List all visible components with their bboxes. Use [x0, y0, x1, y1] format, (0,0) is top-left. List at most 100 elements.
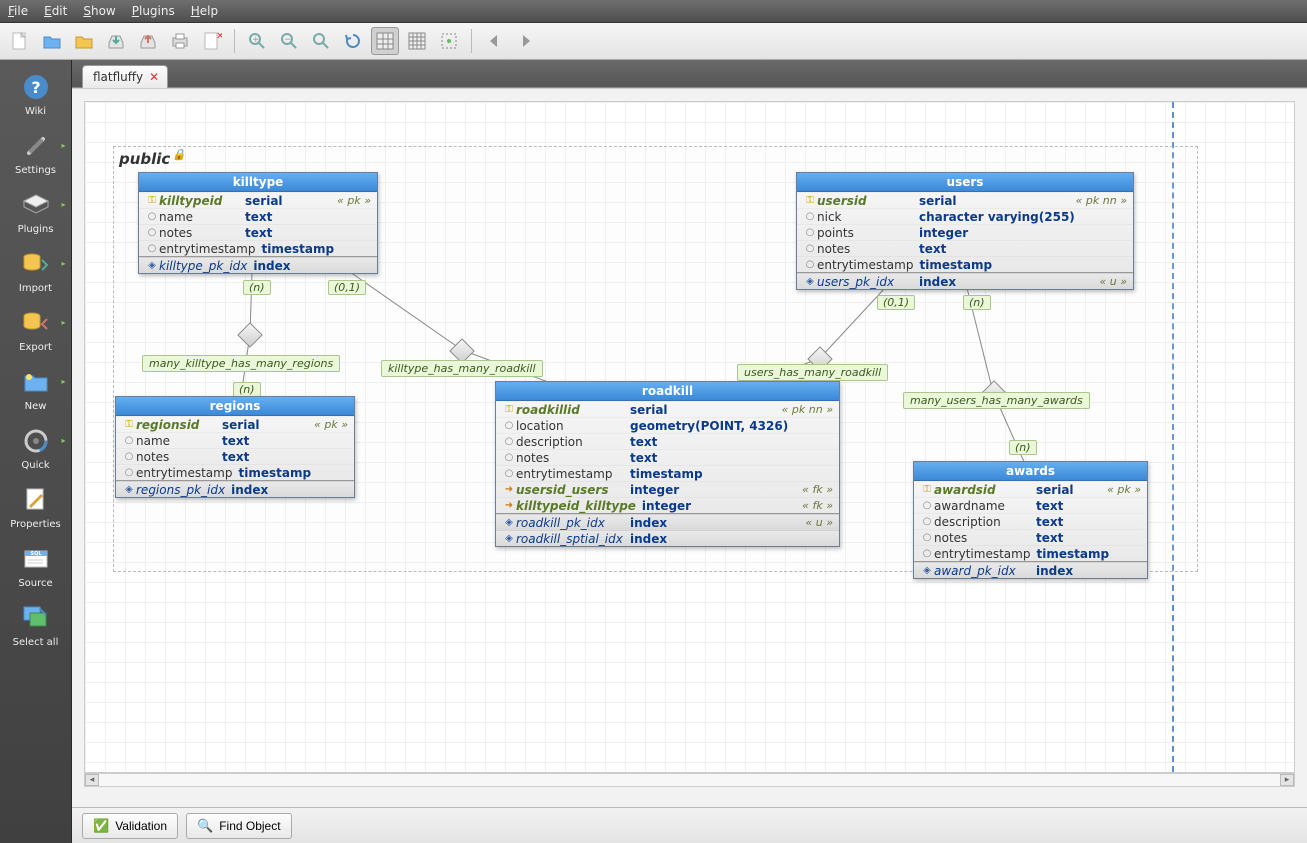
table-title: roadkill [496, 382, 839, 401]
index-icon [920, 563, 934, 579]
tool-delete-file[interactable]: ✕ [198, 27, 226, 55]
col-icon [803, 209, 817, 225]
tool-nav-next[interactable] [512, 27, 540, 55]
toolbar: ✕ + − [0, 23, 1307, 60]
sidebar-label: Export [19, 342, 52, 353]
col-icon [502, 418, 516, 434]
table-regions[interactable]: regions regionsidserial« pk » nametext n… [115, 396, 355, 498]
lock-icon: 🔒 [172, 148, 186, 161]
col-icon [803, 257, 817, 273]
tool-print[interactable] [166, 27, 194, 55]
button-label: Find Object [219, 819, 280, 833]
table-title: killtype [139, 173, 377, 192]
tool-open-yellow[interactable] [70, 27, 98, 55]
sidebar-select-all[interactable]: Select all [4, 597, 68, 654]
sidebar: ? Wiki ▸Settings ▸Plugins ▸Import ▸Export… [0, 60, 72, 843]
sidebar-source[interactable]: SQLSource [4, 538, 68, 595]
menu-show[interactable]: Show [83, 4, 115, 18]
sidebar-new[interactable]: ▸New [4, 361, 68, 418]
validation-button[interactable]: ✅Validation [82, 813, 178, 839]
index-icon [502, 531, 516, 547]
sidebar-label: Properties [10, 519, 61, 530]
table-roadkill[interactable]: roadkill roadkillidserial« pk nn » locat… [495, 381, 840, 547]
col-icon [920, 546, 934, 562]
sidebar-export[interactable]: ▸Export [4, 302, 68, 359]
relationship-label[interactable]: many_users_has_many_awards [903, 392, 1090, 409]
tabstrip: flatfluffy ✕ [72, 60, 1307, 88]
index-icon [145, 258, 159, 274]
col-icon [920, 530, 934, 546]
sidebar-properties[interactable]: Properties [4, 479, 68, 536]
cardinality: (n) [243, 280, 271, 295]
schema-label: public🔒 [119, 148, 186, 168]
sidebar-plugins[interactable]: ▸Plugins [4, 184, 68, 241]
relationship-label[interactable]: killtype_has_many_roadkill [381, 360, 543, 377]
tool-open[interactable] [38, 27, 66, 55]
col-icon [502, 434, 516, 450]
index-icon [122, 482, 136, 498]
tool-zoom-in[interactable]: + [243, 27, 271, 55]
tab-close-icon[interactable]: ✕ [149, 70, 159, 84]
sidebar-quick[interactable]: ▸Quick [4, 420, 68, 477]
sidebar-label: Settings [15, 165, 56, 176]
table-killtype[interactable]: killtype killtypeidserial« pk » nametext… [138, 172, 378, 274]
tool-inbox[interactable] [102, 27, 130, 55]
table-title: users [797, 173, 1133, 192]
sidebar-label: Import [19, 283, 52, 294]
cardinality: (0,1) [877, 295, 915, 310]
tool-new-file[interactable] [6, 27, 34, 55]
tool-outbox[interactable] [134, 27, 162, 55]
svg-text:?: ? [31, 78, 40, 97]
menu-plugins[interactable]: Plugins [132, 4, 175, 18]
sidebar-label: New [25, 401, 47, 412]
diagram-canvas[interactable]: public🔒 [84, 101, 1295, 773]
relationship-label[interactable]: users_has_many_roadkill [737, 364, 888, 381]
col-icon [502, 450, 516, 466]
index-icon [803, 274, 817, 290]
cardinality: (n) [233, 382, 261, 397]
pk-icon [122, 417, 136, 433]
tool-zoom-out[interactable]: − [275, 27, 303, 55]
sidebar-label: Wiki [25, 106, 46, 117]
pk-icon [145, 193, 159, 209]
tool-fit[interactable] [435, 27, 463, 55]
menu-edit[interactable]: Edit [44, 4, 67, 18]
tool-grid-large[interactable] [371, 27, 399, 55]
tool-refresh[interactable] [339, 27, 367, 55]
col-icon [122, 433, 136, 449]
scroll-right-icon[interactable]: ▸ [1280, 774, 1294, 786]
tool-nav-prev[interactable] [480, 27, 508, 55]
menu-file[interactable]: File [8, 4, 28, 18]
scroll-left-icon[interactable]: ◂ [85, 774, 99, 786]
sidebar-import[interactable]: ▸Import [4, 243, 68, 300]
horizontal-scrollbar[interactable]: ◂ ▸ [84, 773, 1295, 787]
cardinality: (n) [963, 295, 991, 310]
tool-grid-small[interactable] [403, 27, 431, 55]
tool-zoom-reset[interactable] [307, 27, 335, 55]
index-icon [502, 515, 516, 531]
scroll-track[interactable] [99, 774, 1280, 786]
button-label: Validation [115, 819, 167, 833]
sidebar-label: Quick [21, 460, 49, 471]
menu-help[interactable]: Help [191, 4, 218, 18]
sidebar-label: Select all [13, 637, 59, 648]
svg-text:SQL: SQL [30, 551, 42, 557]
menubar: File Edit Show Plugins Help [0, 0, 1307, 23]
col-icon [145, 225, 159, 241]
footer: ✅Validation 🔍 Find Object [72, 807, 1307, 843]
pk-icon [803, 193, 817, 209]
fk-icon [502, 498, 516, 514]
tab-model[interactable]: flatfluffy ✕ [82, 65, 168, 88]
sidebar-settings[interactable]: ▸Settings [4, 125, 68, 182]
relationship-label[interactable]: many_killtype_has_many_regions [142, 355, 340, 372]
sidebar-wiki[interactable]: ? Wiki [4, 66, 68, 123]
col-icon [803, 225, 817, 241]
search-icon: 🔍 [197, 818, 213, 834]
col-icon [920, 498, 934, 514]
find-object-button[interactable]: 🔍 Find Object [186, 813, 292, 839]
table-awards[interactable]: awards awardsidserial« pk » awardnametex… [913, 461, 1148, 579]
toolbar-separator [471, 29, 472, 53]
col-icon [920, 514, 934, 530]
table-users[interactable]: users usersidserial« pk nn » nickcharact… [796, 172, 1134, 290]
toolbar-separator [234, 29, 235, 53]
